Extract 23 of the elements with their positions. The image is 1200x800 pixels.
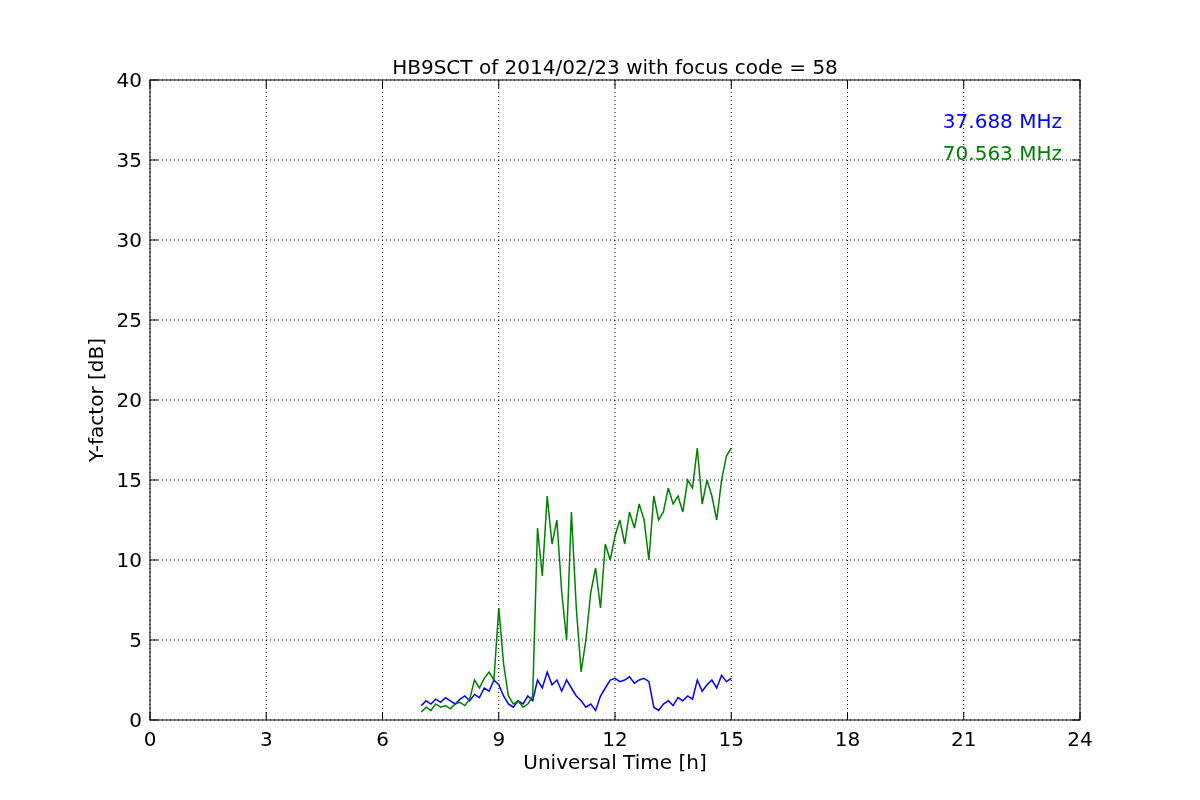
tick-label: 0 xyxy=(143,727,157,751)
tick-label: 21 xyxy=(951,727,977,751)
tick-label: 3 xyxy=(259,727,273,751)
tick-label: 6 xyxy=(376,727,389,751)
legend-label: 70.563 MHz xyxy=(942,141,1062,165)
legend-label: 37.688 MHz xyxy=(942,109,1062,133)
tick-label: 0 xyxy=(129,708,142,732)
tick-label: 35 xyxy=(116,148,142,172)
tick-label: 24 xyxy=(1067,727,1093,751)
tick-label: 25 xyxy=(116,308,142,332)
tick-label: 30 xyxy=(116,228,142,252)
tick-label: 9 xyxy=(492,727,506,751)
tick-label: 40 xyxy=(116,68,142,92)
chart-title: HB9SCT of 2014/02/23 with focus code = 58 xyxy=(392,55,838,79)
tick-label: 20 xyxy=(116,388,142,412)
tick-label: 15 xyxy=(718,727,744,751)
tick-label: 15 xyxy=(116,468,142,492)
axis-label: Universal Time [h] xyxy=(523,750,707,774)
tick-label: 12 xyxy=(602,727,628,751)
tick-label: 18 xyxy=(834,727,861,751)
tick-label: 5 xyxy=(129,628,142,652)
tick-label: 10 xyxy=(116,548,142,572)
axis-label: Y-factor [dB] xyxy=(84,338,108,462)
